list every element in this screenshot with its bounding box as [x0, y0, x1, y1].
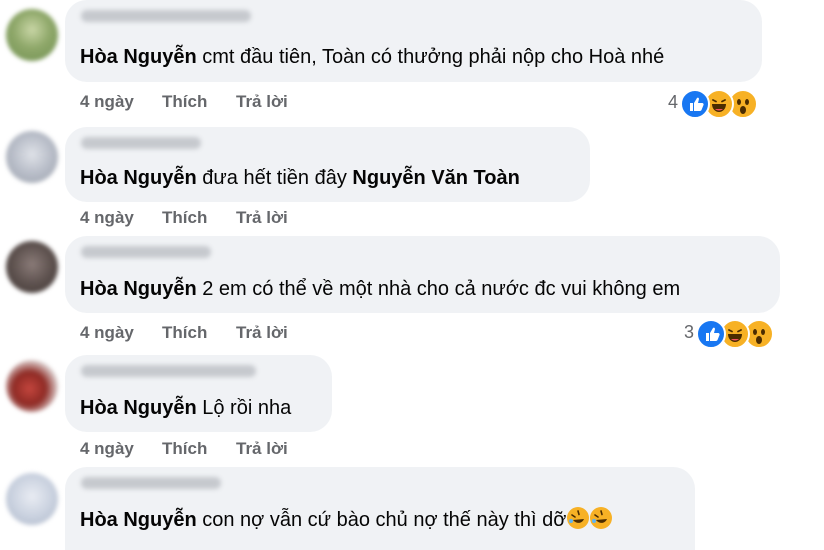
- commenter-name-blurred[interactable]: [81, 10, 251, 22]
- avatar[interactable]: [6, 473, 58, 525]
- reaction-summary[interactable]: 3: [684, 319, 784, 349]
- like-reaction-icon: [696, 319, 726, 349]
- avatar[interactable]: [6, 360, 58, 412]
- comment-text: Hòa Nguyễn cmt đầu tiên, Toàn có thưởng …: [80, 44, 664, 70]
- avatar[interactable]: [6, 131, 58, 183]
- avatar[interactable]: [6, 241, 58, 293]
- reply-button[interactable]: Trả lời: [236, 92, 288, 112]
- comment-body: 2 em có thể về một nhà cho cả nước đc vu…: [202, 278, 681, 300]
- reaction-summary[interactable]: 4: [668, 89, 768, 119]
- timestamp[interactable]: 4 ngày: [80, 323, 134, 343]
- comment-text: Hòa Nguyễn 2 em có thể về một nhà cho cả…: [80, 276, 680, 302]
- reply-button[interactable]: Trả lời: [236, 439, 288, 459]
- reaction-count: 3: [684, 322, 695, 342]
- commenter-name-blurred[interactable]: [81, 477, 221, 489]
- reply-button[interactable]: Trả lời: [236, 323, 288, 343]
- timestamp[interactable]: 4 ngày: [80, 208, 134, 228]
- comment-text: Hòa Nguyễn đưa hết tiền đây Nguyễn Văn T…: [80, 165, 520, 191]
- comment-body: Lộ rồi nha: [202, 397, 292, 419]
- mention-author[interactable]: Hòa Nguyễn: [80, 278, 197, 300]
- mention-author[interactable]: Hòa Nguyễn: [80, 397, 197, 419]
- rolling-laughing-emoji-icon: [590, 507, 613, 529]
- mention-user[interactable]: Nguyễn Văn Toàn: [352, 167, 519, 189]
- reaction-count: 4: [668, 92, 679, 112]
- comment-body: con nợ vẫn cứ bào chủ nợ thế này thì dỡ: [202, 509, 567, 531]
- comment-body: đưa hết tiền đây: [202, 167, 347, 189]
- comment-bubble: Hòa Nguyễn con nợ vẫn cứ bào chủ nợ thế …: [65, 467, 695, 550]
- rolling-laughing-emoji-icon: [567, 507, 590, 529]
- comment-text: Hòa Nguyễn Lộ rồi nha: [80, 395, 291, 421]
- reply-button[interactable]: Trả lời: [236, 208, 288, 228]
- like-button[interactable]: Thích: [162, 208, 207, 228]
- timestamp[interactable]: 4 ngày: [80, 92, 134, 112]
- comment-bubble: Hòa Nguyễn cmt đầu tiên, Toàn có thưởng …: [65, 0, 762, 82]
- comment-text: Hòa Nguyễn con nợ vẫn cứ bào chủ nợ thế …: [80, 507, 613, 533]
- commenter-name-blurred[interactable]: [81, 365, 256, 377]
- like-button[interactable]: Thích: [162, 323, 207, 343]
- mention-author[interactable]: Hòa Nguyễn: [80, 46, 197, 68]
- mention-author[interactable]: Hòa Nguyễn: [80, 509, 197, 531]
- like-button[interactable]: Thích: [162, 92, 207, 112]
- comment-bubble: Hòa Nguyễn 2 em có thể về một nhà cho cả…: [65, 236, 780, 313]
- comment-bubble: Hòa Nguyễn đưa hết tiền đây Nguyễn Văn T…: [65, 127, 590, 202]
- avatar[interactable]: [6, 9, 58, 61]
- commenter-name-blurred[interactable]: [81, 137, 201, 149]
- mention-author[interactable]: Hòa Nguyễn: [80, 167, 197, 189]
- comment-bubble: Hòa Nguyễn Lộ rồi nha: [65, 355, 332, 432]
- like-reaction-icon: [680, 89, 710, 119]
- like-button[interactable]: Thích: [162, 439, 207, 459]
- timestamp[interactable]: 4 ngày: [80, 439, 134, 459]
- comment-body: cmt đầu tiên, Toàn có thưởng phải nộp ch…: [202, 46, 665, 68]
- commenter-name-blurred[interactable]: [81, 246, 211, 258]
